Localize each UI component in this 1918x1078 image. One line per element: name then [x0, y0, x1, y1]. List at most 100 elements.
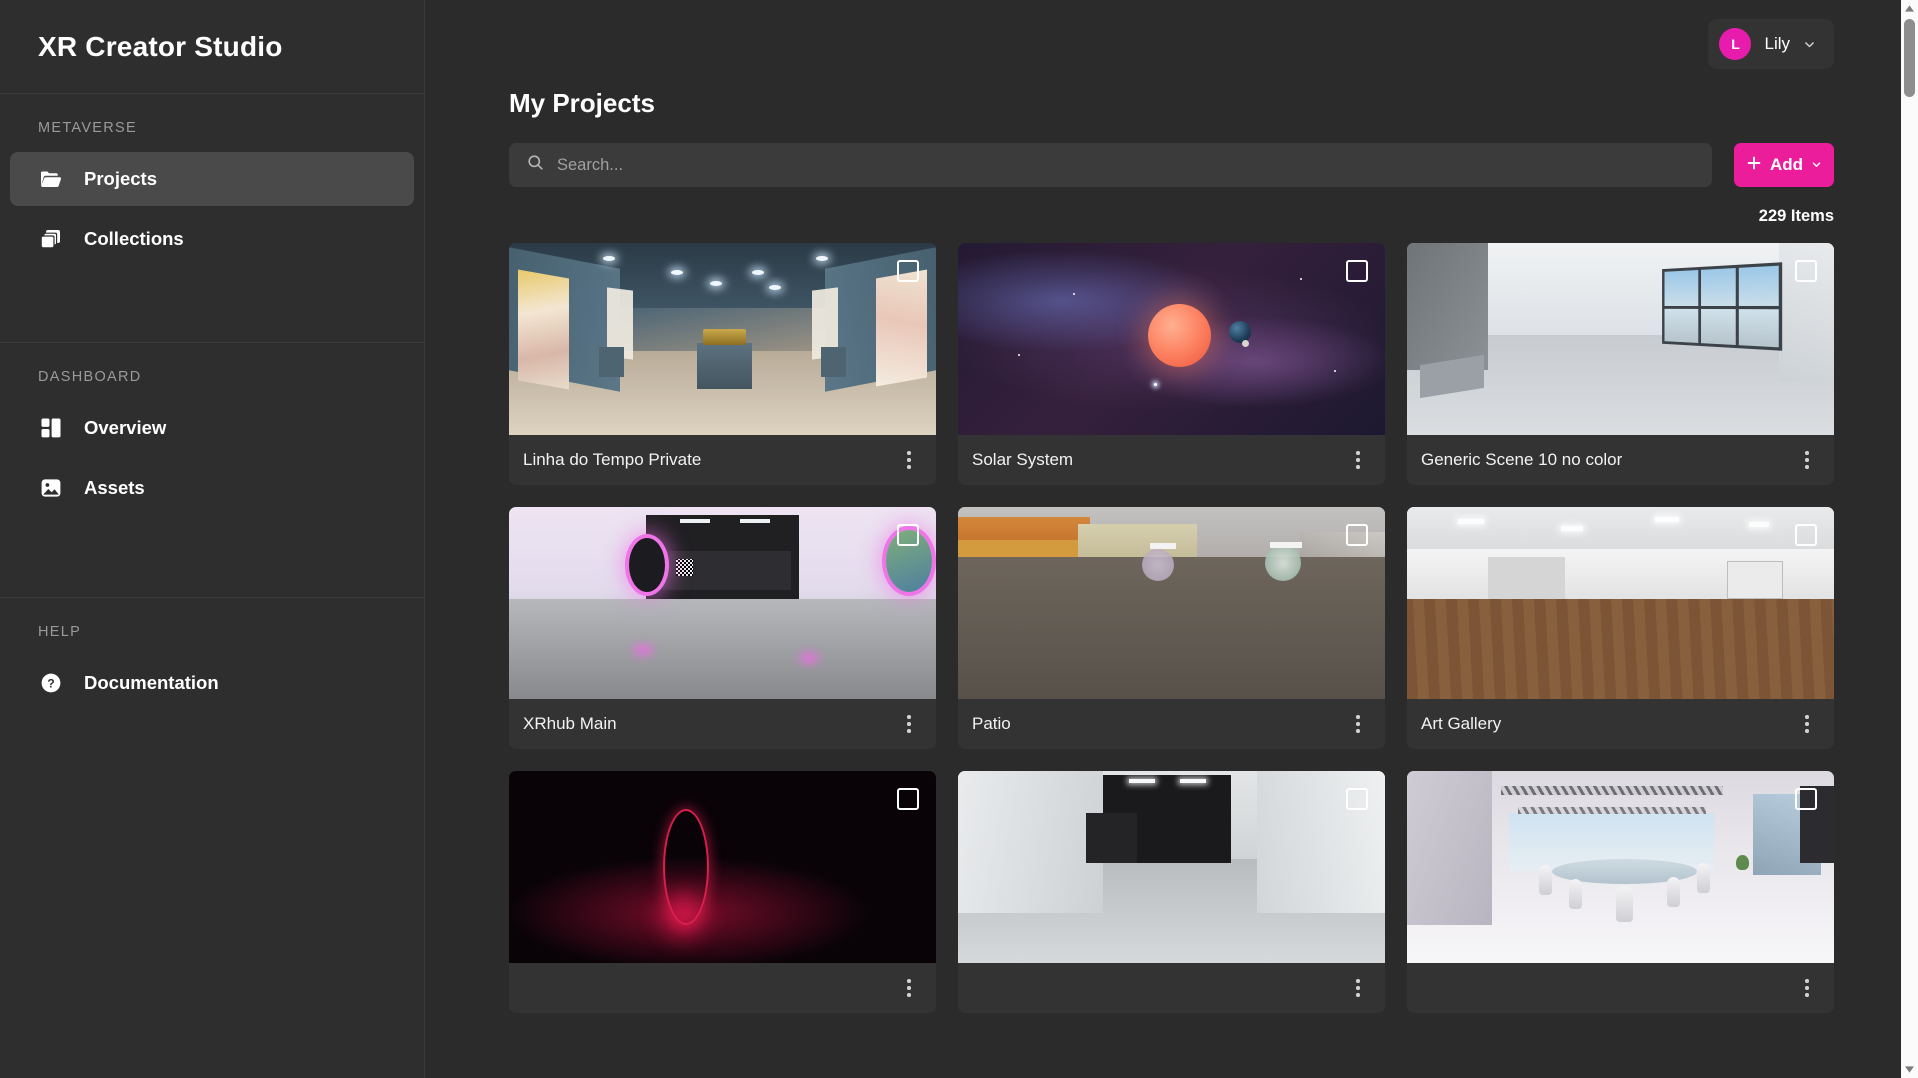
project-thumbnail[interactable]: [1407, 507, 1834, 699]
project-card[interactable]: Generic Scene 10 no color: [1407, 243, 1834, 485]
project-more-menu-icon[interactable]: [1345, 975, 1371, 1001]
project-card[interactable]: Art Gallery: [1407, 507, 1834, 749]
project-select-checkbox[interactable]: [1346, 788, 1368, 810]
project-select-checkbox[interactable]: [897, 524, 919, 546]
scrollbar-thumb[interactable]: [1904, 19, 1915, 97]
project-select-checkbox[interactable]: [1795, 788, 1817, 810]
project-card-footer: Solar System: [958, 435, 1385, 485]
project-card[interactable]: Solar System: [958, 243, 1385, 485]
add-button-label: Add: [1769, 155, 1804, 174]
project-more-menu-icon[interactable]: [896, 711, 922, 737]
project-select-checkbox[interactable]: [1795, 260, 1817, 282]
project-thumbnail[interactable]: [958, 243, 1385, 435]
sidebar-item-assets[interactable]: Assets: [10, 461, 414, 515]
projects-grid: Linha do Tempo Private Solar System Gene…: [509, 243, 1834, 1013]
project-card-footer: XRhub Main: [509, 699, 936, 749]
project-title: Patio: [972, 714, 1011, 733]
project-thumbnail[interactable]: [958, 507, 1385, 699]
project-thumbnail[interactable]: [1407, 243, 1834, 435]
search-box[interactable]: [509, 143, 1712, 187]
project-card-footer: [958, 963, 1385, 1013]
project-card-footer: Patio: [958, 699, 1385, 749]
thumbnail-artwork: [958, 243, 1385, 435]
sidebar-item-label-documentation: Documentation: [84, 672, 219, 693]
main-content: L Lily My Projects Search... Add 229 Ite…: [425, 0, 1918, 1078]
search-input[interactable]: [557, 155, 1694, 175]
user-menu-button[interactable]: L Lily: [1708, 19, 1834, 69]
project-thumbnail[interactable]: [958, 771, 1385, 963]
project-select-checkbox[interactable]: [897, 788, 919, 810]
project-card-footer: [509, 963, 936, 1013]
sidebar-section-dashboard: DASHBOARD Overview Assets: [0, 343, 424, 598]
project-card[interactable]: Linha do Tempo Private: [509, 243, 936, 485]
project-thumbnail[interactable]: [509, 243, 936, 435]
sidebar-item-label-assets: Assets: [84, 477, 145, 498]
project-card-footer: Generic Scene 10 no color: [1407, 435, 1834, 485]
project-card[interactable]: Patio: [958, 507, 1385, 749]
sidebar-item-collections[interactable]: Collections: [10, 212, 414, 266]
project-thumbnail[interactable]: [509, 771, 936, 963]
project-title: XRhub Main: [523, 714, 617, 733]
question-circle-icon: ?: [38, 670, 64, 696]
thumbnail-artwork: [509, 243, 936, 435]
sidebar-section-metaverse: METAVERSE Projects Collections: [0, 94, 424, 343]
search-icon: [527, 154, 544, 176]
sidebar-section-label-metaverse: METAVERSE: [38, 120, 137, 136]
project-more-menu-icon[interactable]: [1345, 711, 1371, 737]
project-select-checkbox[interactable]: [897, 260, 919, 282]
project-more-menu-icon[interactable]: [1794, 447, 1820, 473]
project-title: Generic Scene 10 no color: [1421, 450, 1623, 469]
project-title: Solar System: [972, 450, 1074, 469]
project-title: Linha do Tempo Private: [523, 450, 702, 469]
project-select-checkbox[interactable]: [1795, 524, 1817, 546]
plus-icon: [1746, 155, 1762, 176]
projects-panel: My Projects Search... Add 229 Items Linh…: [425, 88, 1918, 1013]
sidebar-item-label-overview: Overview: [84, 417, 167, 438]
project-more-menu-icon[interactable]: [896, 447, 922, 473]
thumbnail-artwork: [509, 507, 936, 699]
sidebar-item-label-projects: Projects: [84, 168, 158, 189]
avatar: L: [1719, 28, 1752, 60]
project-card[interactable]: [509, 771, 936, 1013]
thumbnail-artwork: [958, 507, 1385, 699]
project-more-menu-icon[interactable]: [1345, 447, 1371, 473]
thumbnail-artwork: [958, 771, 1385, 963]
sidebar-section-label-help: HELP: [38, 624, 82, 640]
brand-header: XR Creator Studio: [0, 0, 424, 94]
dashboard-grid-icon: [38, 415, 64, 441]
project-thumbnail[interactable]: [509, 507, 936, 699]
image-icon: [38, 475, 64, 501]
thumbnail-artwork: [1407, 243, 1834, 435]
project-select-checkbox[interactable]: [1346, 260, 1368, 282]
folder-open-icon: [38, 166, 64, 192]
chevron-down-icon: [1803, 38, 1816, 51]
app-root: XR Creator Studio METAVERSE Projects Col…: [0, 0, 1918, 1078]
project-select-checkbox[interactable]: [1346, 524, 1368, 546]
collections-icon: [38, 226, 64, 252]
thumbnail-artwork: [1407, 507, 1834, 699]
project-more-menu-icon[interactable]: [1794, 975, 1820, 1001]
project-card[interactable]: XRhub Main: [509, 507, 936, 749]
svg-text:?: ?: [47, 676, 54, 690]
sidebar-spacer-metaverse: [0, 272, 424, 324]
scroll-up-arrow-icon[interactable]: [1901, 0, 1918, 17]
project-thumbnail[interactable]: [1407, 771, 1834, 963]
items-count-label: 229 Items: [1758, 207, 1834, 225]
project-more-menu-icon[interactable]: [1794, 711, 1820, 737]
thumbnail-artwork: [509, 771, 936, 963]
brand-title: XR Creator Studio: [38, 30, 283, 62]
project-title: Art Gallery: [1421, 714, 1502, 733]
sidebar-item-projects[interactable]: Projects: [10, 152, 414, 206]
project-card-footer: Linha do Tempo Private: [509, 435, 936, 485]
project-more-menu-icon[interactable]: [896, 975, 922, 1001]
sidebar-section-help: HELP ? Documentation: [0, 598, 424, 734]
sidebar-item-overview[interactable]: Overview: [10, 401, 414, 455]
project-card[interactable]: [958, 771, 1385, 1013]
sidebar-item-documentation[interactable]: ? Documentation: [10, 656, 414, 710]
add-button[interactable]: Add: [1734, 143, 1834, 187]
project-card[interactable]: [1407, 771, 1834, 1013]
page-title: My Projects: [509, 88, 655, 118]
page-scrollbar[interactable]: [1901, 0, 1918, 1078]
thumbnail-artwork: [1407, 771, 1834, 963]
scroll-down-arrow-icon[interactable]: [1901, 1061, 1918, 1078]
